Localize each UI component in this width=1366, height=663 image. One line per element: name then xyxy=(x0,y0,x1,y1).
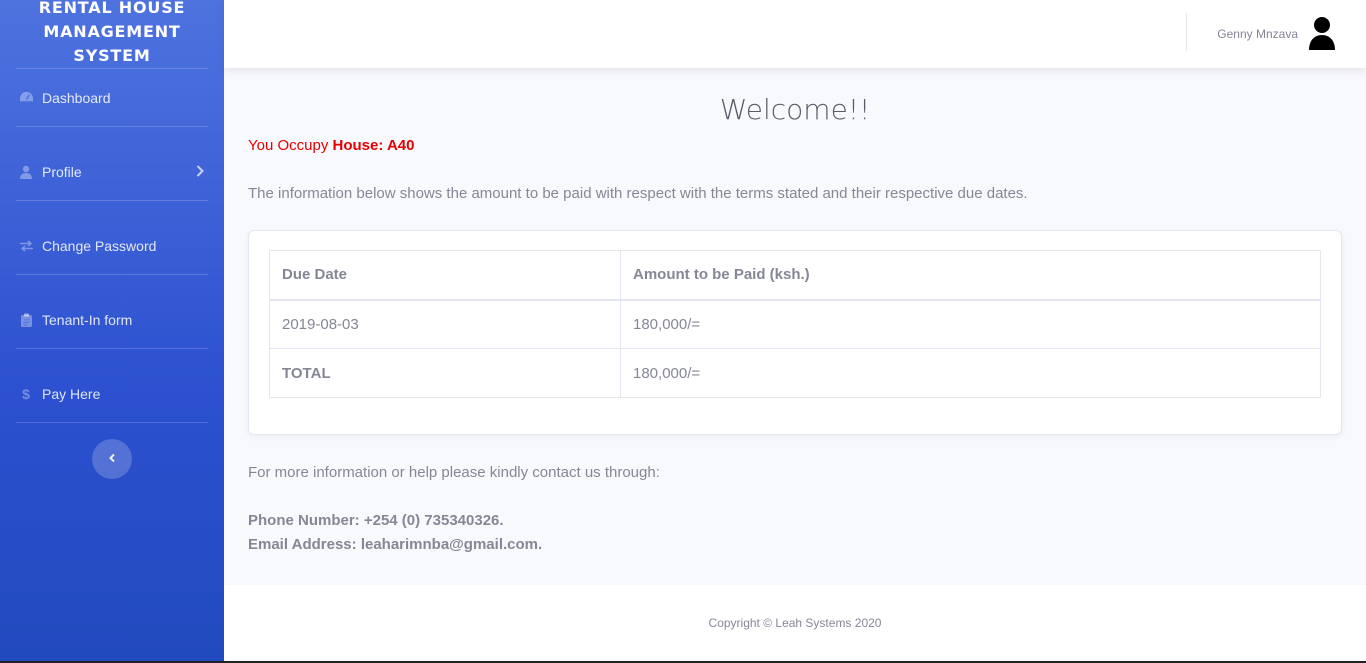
brand-title[interactable]: RENTAL HOUSE MANAGEMENT SYSTEM xyxy=(22,0,202,68)
house-occupancy: You Occupy House: A40 xyxy=(248,137,414,154)
user-icon xyxy=(18,164,34,180)
exchange-icon xyxy=(18,238,34,254)
info-text: The information below shows the amount t… xyxy=(248,185,1028,202)
page-title: Welcome!! xyxy=(719,93,871,126)
payment-table: Due Date Amount to be Paid (ksh.) 2019-0… xyxy=(269,250,1321,398)
sidebar-item-label: Change Password xyxy=(42,237,157,254)
sidebar-item-label: Dashboard xyxy=(42,89,111,106)
tachometer-icon xyxy=(18,90,34,106)
main-content: Welcome!! You Occupy House: A40 The info… xyxy=(224,68,1366,585)
sidebar-item-dashboard[interactable]: Dashboard xyxy=(0,69,224,126)
table-header-row: Due Date Amount to be Paid (ksh.) xyxy=(269,250,1321,301)
occupy-prefix: You Occupy xyxy=(248,137,329,154)
payment-card: Due Date Amount to be Paid (ksh.) 2019-0… xyxy=(248,230,1342,435)
email-address: Email Address: leaharimnba@gmail.com. xyxy=(248,536,543,553)
dollar-icon: $ xyxy=(22,385,30,402)
user-avatar-icon[interactable] xyxy=(1308,16,1336,50)
table-cell-total-label: TOTAL xyxy=(269,348,621,398)
table-cell: 180,000/= xyxy=(620,299,1321,349)
chevron-right-icon xyxy=(196,164,204,180)
table-row: TOTAL 180,000/= xyxy=(269,348,1321,398)
copyright-text: Copyright © Leah Systems 2020 xyxy=(708,616,882,630)
phone-number: Phone Number: +254 (0) 735340326. xyxy=(248,512,504,529)
topbar-divider xyxy=(1186,13,1187,51)
sidebar-item-profile[interactable]: Profile xyxy=(0,143,224,200)
footer: Copyright © Leah Systems 2020 xyxy=(224,585,1366,661)
table-cell-total-value: 180,000/= xyxy=(620,348,1321,398)
sidebar-item-label: Profile xyxy=(42,163,82,180)
sidebar-item-label: Tenant-In form xyxy=(42,311,133,328)
sidebar-item-change-password[interactable]: Change Password xyxy=(0,217,224,274)
sidebar-item-pay-here[interactable]: $ Pay Here xyxy=(0,365,224,422)
occupy-house: House: A40 xyxy=(332,137,415,154)
chevron-left-icon xyxy=(108,450,116,468)
user-name[interactable]: Genny Mnzava xyxy=(1217,27,1298,41)
brand[interactable]: RENTAL HOUSE MANAGEMENT SYSTEM xyxy=(0,0,224,68)
sidebar-toggle-button[interactable] xyxy=(92,439,132,479)
sidebar-item-label: Pay Here xyxy=(42,385,101,402)
column-header: Due Date xyxy=(269,250,621,301)
sidebar-item-tenant-in-form[interactable]: Tenant-In form xyxy=(0,291,224,348)
sidebar-divider xyxy=(16,422,208,423)
table-row: 2019-08-03 180,000/= xyxy=(269,299,1321,349)
sidebar: RENTAL HOUSE MANAGEMENT SYSTEM Dashboard… xyxy=(0,0,224,663)
table-cell: 2019-08-03 xyxy=(269,299,621,349)
topbar: Genny Mnzava xyxy=(224,0,1366,68)
help-text: For more information or help please kind… xyxy=(248,464,660,481)
column-header: Amount to be Paid (ksh.) xyxy=(620,250,1321,301)
clipboard-icon xyxy=(18,312,34,328)
